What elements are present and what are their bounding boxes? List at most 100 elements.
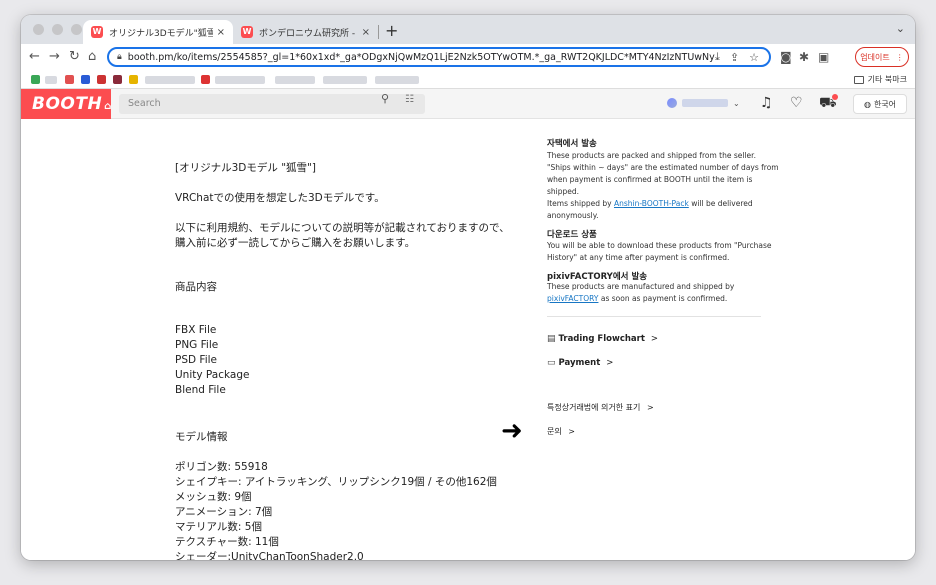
payment-label: Payment [558, 358, 601, 368]
star-icon[interactable]: ☆ [749, 51, 759, 64]
bookmark-item[interactable] [145, 76, 195, 84]
home-icon[interactable]: ⌂ [88, 49, 96, 64]
description-line: 購入前に必ず一読してからご購入をお願いします。 [175, 237, 416, 249]
tab-strip: W オリジナル3Dモデル"狐雪",Ver.1.0. × W ボンデロニウム研究所… [21, 15, 915, 44]
booth-favicon-icon: W [241, 26, 253, 38]
heart-icon[interactable]: ♡ [790, 95, 803, 111]
description-line: PNG File [175, 339, 219, 351]
install-icon[interactable]: ⤓ [715, 50, 720, 64]
tab-separator [378, 25, 379, 39]
shipping-text: when payment is confirmed at BOOTH until… [547, 175, 753, 184]
update-button[interactable]: 업데이트 ⋮ [855, 47, 909, 67]
shipping-text: These products are manufactured and ship… [547, 282, 735, 291]
extensions-icon[interactable]: ✱ [799, 50, 809, 64]
inquiry-label: 문의 [547, 427, 562, 436]
zoom-window-button[interactable] [71, 24, 82, 35]
shipping-text: These products are packed and shipped fr… [547, 151, 756, 160]
description-line: FBX File [175, 324, 217, 336]
other-bookmarks[interactable]: 기타 북마크 [853, 74, 907, 85]
description-line: マテリアル数: 5個 [175, 521, 262, 533]
reload-icon[interactable]: ↻ [69, 49, 80, 64]
bell-icon[interactable]: ♫ [760, 95, 773, 111]
url-text: booth.pm/ko/items/2554585?_gl=1*60x1xd*_… [127, 51, 716, 63]
description-line: シェイプキー: アイトラッキング、リップシンク19個 / その他162個 [175, 476, 497, 488]
description-line: ポリゴン数: 55918 [175, 461, 268, 473]
user-menu[interactable]: ⌄ [667, 98, 740, 108]
divider [547, 316, 761, 317]
bookmark-item[interactable] [275, 76, 315, 84]
shipping-text: Items shipped by Anshin-BOOTH-Pack will … [547, 199, 753, 208]
bookmark-icon[interactable] [65, 75, 74, 84]
description-line: VRChatでの使用を想定した3Dモデルです。 [175, 192, 385, 204]
description-line: Blend File [175, 384, 226, 396]
payment-link[interactable]: ▭ Payment > [547, 358, 613, 368]
sidepanel-icon[interactable]: ▣ [818, 50, 829, 64]
globe-icon: ◍ [863, 99, 871, 109]
update-label: 업데이트 [860, 52, 890, 62]
description-line: アニメーション: 7個 [175, 506, 273, 518]
filter-icon[interactable]: ☷ [405, 94, 414, 105]
booth-logo[interactable]: BOOTH ⌂ [21, 89, 111, 119]
language-button[interactable]: ◍ 한국어 [853, 94, 907, 114]
bookmark-item[interactable] [323, 76, 367, 84]
legal-notice-link[interactable]: 특정상거래법에 의거한 표기 > [547, 402, 654, 413]
camera-icon[interactable]: ◙ [780, 50, 792, 64]
search-input[interactable]: Search [119, 94, 425, 114]
bookmark-icon[interactable] [81, 75, 90, 84]
avatar [667, 98, 677, 108]
back-arrow-icon[interactable]: ← [29, 49, 40, 64]
inquiry-link[interactable]: 문의 > [547, 426, 575, 437]
bookmark-item[interactable] [215, 76, 265, 84]
chevron-down-icon: ⌄ [733, 98, 740, 108]
shipping-text: shipped. [547, 187, 580, 196]
self-shipping-title: 자택에서 발송 [547, 139, 597, 149]
anshin-booth-pack-link[interactable]: Anshin-BOOTH-Pack [614, 199, 689, 208]
logo-text: BOOTH [32, 94, 103, 114]
forward-arrow-icon[interactable]: → [49, 49, 60, 64]
lock-icon[interactable]: 🔒︎ [117, 52, 122, 62]
pixiv-suffix: as soon as payment is confirmed. [598, 294, 728, 303]
trading-flowchart-link[interactable]: ▤ Trading Flowchart > [547, 334, 658, 344]
close-tab-icon[interactable]: × [362, 27, 370, 38]
shipping-text: anonymously. [547, 211, 599, 220]
tab-title: ボンデロニウム研究所 - BOOTH [259, 28, 358, 39]
tab-shop-page[interactable]: W ボンデロニウム研究所 - BOOTH × [233, 20, 378, 44]
browser-toolbar: ← → ↻ ⌂ 🔒︎ booth.pm/ko/items/2554585?_gl… [21, 44, 915, 71]
download-title: 다운로드 상품 [547, 230, 597, 240]
close-window-button[interactable] [33, 24, 44, 35]
bookmark-icon[interactable] [31, 75, 40, 84]
wallet-icon: ▭ [547, 358, 556, 368]
minimize-window-button[interactable] [52, 24, 63, 35]
bookmark-icon[interactable] [201, 75, 210, 84]
tab-search-icon[interactable]: ⌄ [896, 22, 905, 35]
bookmark-icon[interactable] [113, 75, 122, 84]
bookmarks-bar: 기타 북마크 [21, 71, 915, 89]
other-bookmarks-label: 기타 북마크 [867, 75, 907, 84]
pixiv-factory-link[interactable]: pixivFACTORY [547, 294, 598, 303]
page-content: [オリジナル3Dモデル "狐雪"] VRChatでの使用を想定した3Dモデルです… [21, 120, 915, 560]
bookmark-item[interactable] [375, 76, 419, 84]
chevron-right-icon: > [646, 403, 654, 412]
description-line: PSD File [175, 354, 217, 366]
shipping-text: You will be able to download these produ… [547, 241, 772, 250]
pointer-arrow-icon: ➜ [501, 416, 523, 446]
share-icon[interactable]: ⇪ [730, 51, 739, 64]
description-line: [オリジナル3Dモデル "狐雪"] [175, 162, 316, 174]
bookmark-item[interactable] [45, 76, 57, 84]
legal-notice-label: 특정상거래법에 의거한 표기 [547, 403, 641, 412]
close-tab-icon[interactable]: × [217, 27, 225, 38]
description-line: Unity Package [175, 369, 250, 381]
bookmark-icon[interactable] [129, 75, 138, 84]
site-header: BOOTH ⌂ Search ⚲ ☷ ⌄ ♫ ♡ ⛟ ◍ 한국어 [21, 89, 915, 119]
tab-item-page[interactable]: W オリジナル3Dモデル"狐雪",Ver.1.0. × [83, 20, 233, 44]
chevron-right-icon: > [606, 358, 614, 368]
description-line: 商品内容 [175, 281, 217, 293]
folder-icon [853, 75, 864, 84]
address-bar[interactable]: 🔒︎ booth.pm/ko/items/2554585?_gl=1*60x1x… [107, 47, 771, 67]
bookmark-icon[interactable] [97, 75, 106, 84]
kebab-menu-icon: ⋮ [895, 52, 904, 62]
search-icon[interactable]: ⚲ [381, 92, 389, 105]
logo-house-icon: ⌂ [104, 101, 112, 112]
trading-flowchart-label: Trading Flowchart [558, 334, 645, 344]
new-tab-button[interactable]: + [385, 21, 398, 40]
